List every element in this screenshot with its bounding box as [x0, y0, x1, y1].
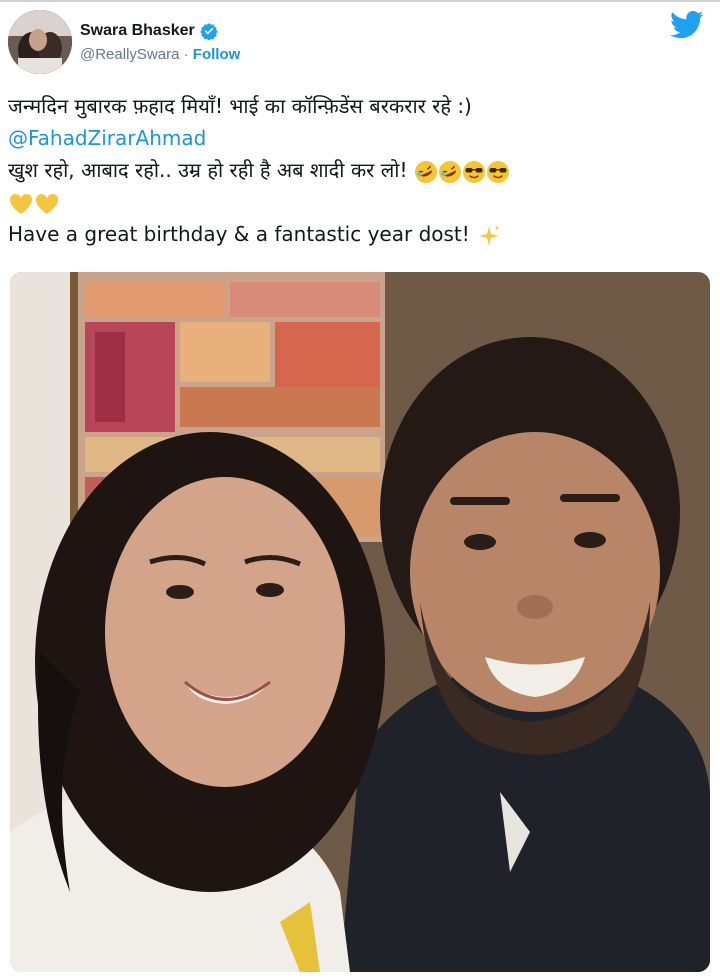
handle-row: @ReallySwara · Follow [80, 46, 240, 63]
rolling-laughing-emoji [438, 160, 462, 184]
tweet-line-5-text: Have a great birthday & a fantastic year… [8, 222, 470, 246]
author-name[interactable]: Swara Bhasker [80, 22, 195, 40]
yellow-heart-emoji [34, 192, 60, 216]
avatar[interactable] [8, 10, 72, 74]
tweet-photo[interactable] [10, 272, 710, 972]
sunglasses-emoji [486, 160, 510, 184]
separator: · [179, 46, 193, 63]
sunglasses-emoji [462, 160, 486, 184]
top-divider [0, 0, 720, 2]
tweet-text: जन्मदिन मुबारक फ़हाद मियाँ! भाई का कॉन्फ… [8, 90, 708, 250]
tweet-line-1: जन्मदिन मुबारक फ़हाद मियाँ! भाई का कॉन्फ… [8, 94, 472, 118]
tweet-line-5: Have a great birthday & a fantastic year… [8, 218, 708, 250]
tweet-line-3-text: खुश रहो, आबाद रहो.. उम्र हो रही है अब शा… [8, 158, 408, 182]
sparkles-emoji [476, 223, 502, 249]
yellow-heart-emoji [8, 192, 34, 216]
tweet-header: Swara Bhasker @ReallySwara · Follow [8, 8, 712, 78]
tweet-line-3: खुश रहो, आबाद रहो.. उम्र हो रही है अब शा… [8, 154, 708, 186]
tweet-line-4 [8, 186, 708, 218]
rolling-laughing-emoji [414, 160, 438, 184]
author-handle[interactable]: @ReallySwara [80, 46, 179, 63]
mention-link[interactable]: @FahadZirarAhmad [8, 126, 206, 150]
tweet-card: Swara Bhasker @ReallySwara · Follow जन्म… [0, 0, 720, 980]
twitter-bird-icon[interactable] [670, 10, 704, 40]
follow-button[interactable]: Follow [193, 46, 241, 63]
verified-badge-icon [200, 22, 218, 41]
author-name-row: Swara Bhasker [80, 20, 218, 42]
